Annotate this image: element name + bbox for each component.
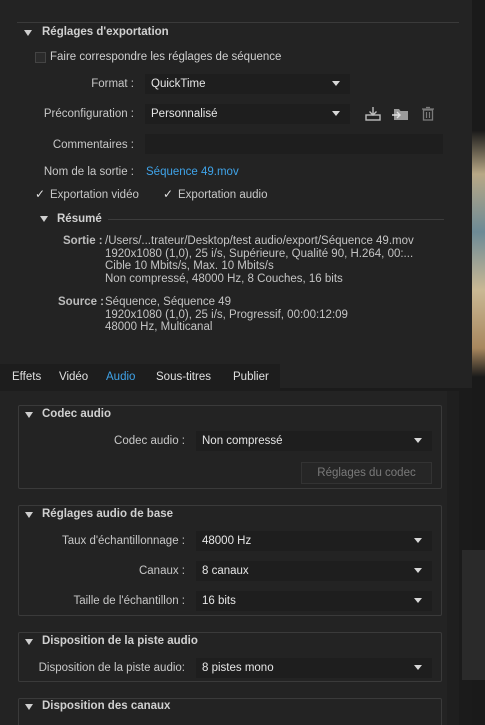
channels-value: 8 canaux: [202, 565, 249, 577]
preset-value: Personnalisé: [151, 108, 218, 120]
tab-audio[interactable]: Audio: [106, 364, 135, 391]
output-name-label: Nom de la sortie :: [43, 166, 134, 178]
codec-settings-button[interactable]: Réglages du codec: [301, 462, 432, 484]
tab-video[interactable]: Vidéo: [59, 364, 88, 391]
export-video-label: Exportation vidéo: [50, 189, 139, 201]
chevron-down-icon: [414, 568, 422, 573]
track-layout-title: Disposition de la piste audio: [42, 635, 198, 647]
channel-layout-title: Disposition des canaux: [42, 700, 171, 712]
chevron-down-icon: [414, 665, 422, 670]
vertical-scrollbar[interactable]: [447, 391, 459, 725]
sample-rate-label: Taux d'échantillonnage :: [61, 535, 185, 547]
summary-source-lines: Séquence, Séquence 49 1920x1080 (1,0), 2…: [105, 296, 455, 334]
codec-settings-button-label: Réglages du codec: [317, 467, 416, 479]
comments-input[interactable]: [145, 134, 443, 154]
output-name-link[interactable]: Séquence 49.mov: [146, 166, 239, 178]
basic-audio-collapse-triangle-icon[interactable]: [25, 512, 33, 518]
trash-icon[interactable]: [421, 106, 435, 122]
format-label: Format :: [91, 78, 134, 90]
preset-label: Préconfiguration :: [43, 108, 134, 120]
chevron-down-icon: [414, 598, 422, 603]
summary-divider: [108, 219, 444, 220]
track-layout-dropdown[interactable]: 8 pistes mono: [196, 658, 432, 678]
summary-output-line: Non compressé, 48000 Hz, 8 Couches, 16 b…: [105, 272, 343, 285]
chevron-down-icon: [414, 538, 422, 543]
match-sequence-checkbox[interactable]: [35, 52, 46, 63]
format-value: QuickTime: [151, 78, 206, 90]
export-audio-checkmark-icon[interactable]: ✓: [163, 187, 173, 201]
tab-bar: Effets Vidéo Audio Sous-titres Publier: [0, 364, 280, 391]
export-video-checkmark-icon[interactable]: ✓: [35, 187, 45, 201]
track-layout-label: Disposition de la piste audio:: [38, 662, 185, 674]
chevron-down-icon: [332, 81, 340, 86]
comments-label: Commentaires :: [52, 139, 134, 151]
summary-output-lines: /Users/...trateur/Desktop/test audio/exp…: [105, 235, 455, 285]
track-layout-value: 8 pistes mono: [202, 662, 274, 674]
sample-rate-value: 48000 Hz: [202, 535, 252, 547]
codec-collapse-triangle-icon[interactable]: [25, 412, 33, 418]
sample-rate-dropdown[interactable]: 48000 Hz: [196, 531, 432, 551]
tab-sous-titres[interactable]: Sous-titres: [156, 364, 211, 391]
audio-settings-panel: Codec audio Codec audio : Non compressé …: [0, 391, 447, 725]
channel-layout-collapse-triangle-icon[interactable]: [25, 704, 33, 710]
track-layout-collapse-triangle-icon[interactable]: [25, 639, 33, 645]
codec-value: Non compressé: [202, 435, 283, 447]
sample-size-dropdown[interactable]: 16 bits: [196, 591, 432, 611]
channels-label: Canaux :: [138, 565, 185, 577]
sample-size-label: Taille de l'échantillon :: [73, 595, 185, 607]
export-audio-label: Exportation audio: [178, 189, 268, 201]
match-sequence-label: Faire correspondre les réglages de séque…: [50, 51, 282, 63]
summary-output-line: 1920x1080 (1,0), 25 i/s, Supérieure, Qua…: [105, 247, 414, 260]
summary-output-line: /Users/...trateur/Desktop/test audio/exp…: [105, 235, 414, 247]
channels-dropdown[interactable]: 8 canaux: [196, 561, 432, 581]
export-settings-title: Réglages d'exportation: [42, 26, 169, 38]
import-preset-icon[interactable]: [391, 106, 411, 122]
codec-dropdown[interactable]: Non compressé: [196, 431, 432, 451]
basic-audio-title: Réglages audio de base: [42, 508, 174, 520]
chevron-down-icon: [414, 438, 422, 443]
save-preset-icon[interactable]: [364, 106, 382, 122]
summary-source-line: 1920x1080 (1,0), 25 i/s, Progressif, 00:…: [105, 308, 348, 321]
summary-source-line: Séquence, Séquence 49: [105, 296, 231, 308]
chevron-down-icon: [332, 111, 340, 116]
preview-strip: [462, 550, 485, 680]
summary-title: Résumé: [57, 213, 102, 225]
summary-output-label: Sortie :: [63, 235, 103, 247]
collapse-triangle-icon[interactable]: [24, 30, 32, 36]
sample-size-value: 16 bits: [202, 595, 236, 607]
codec-section-title: Codec audio: [42, 408, 112, 420]
summary-source-line: 48000 Hz, Multicanal: [105, 321, 213, 333]
codec-label: Codec audio :: [114, 435, 185, 447]
summary-collapse-triangle-icon[interactable]: [40, 216, 48, 222]
summary-output-line: Cible 10 Mbits/s, Max. 10 Mbits/s: [105, 260, 274, 272]
export-settings-panel: Réglages d'exportation Faire correspondr…: [0, 0, 472, 388]
tab-publier[interactable]: Publier: [233, 364, 269, 391]
tab-effets[interactable]: Effets: [12, 364, 41, 391]
summary-source-label: Source :: [58, 296, 105, 308]
format-dropdown[interactable]: QuickTime: [145, 74, 350, 94]
preset-dropdown[interactable]: Personnalisé: [145, 104, 350, 124]
